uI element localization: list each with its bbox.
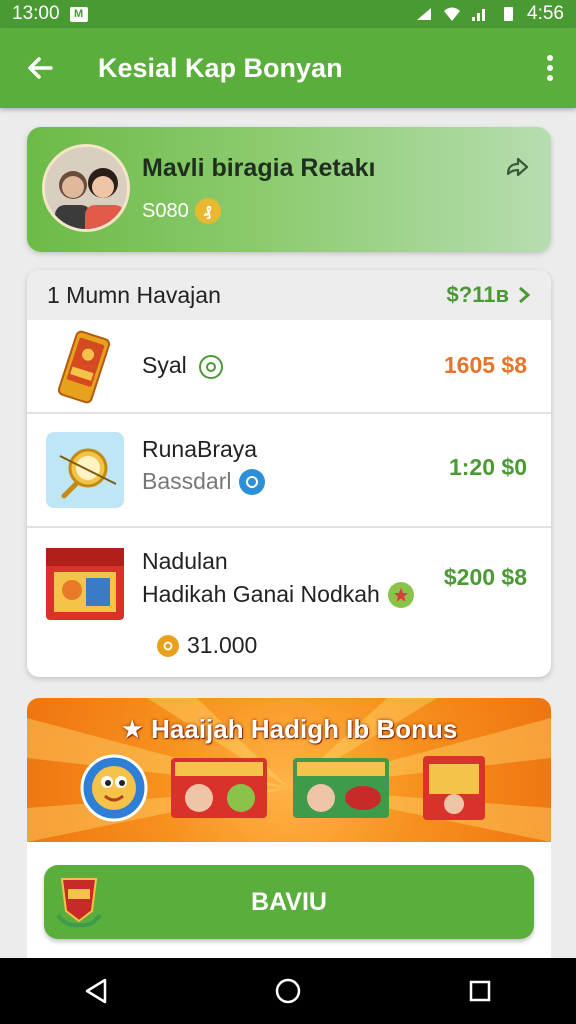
item-subtitle: Hadikah Ganai Nodkah <box>142 581 414 608</box>
status-bar: 13:00 M 4:56 <box>0 0 576 28</box>
item-name: Syal <box>142 352 224 379</box>
nav-back-button[interactable] <box>56 958 136 1024</box>
mascot-image <box>80 754 148 822</box>
status-time-right: 4:56 <box>527 3 564 24</box>
profile-balance: S080 ₰ <box>142 198 221 224</box>
claim-button-label: BAVIU <box>251 888 327 916</box>
circle-home-icon <box>275 978 301 1004</box>
avatar <box>42 144 130 232</box>
item-subtitle-text: Hadikah Ganai Nodkah <box>142 581 380 607</box>
list-header[interactable]: 1 Mumn Havajan $?11ʙ <box>27 270 551 320</box>
list-item[interactable]: RunaBraya Bassdarl 1:20 $0 <box>27 414 551 528</box>
item-coins: 31.000 <box>157 632 257 659</box>
item-name-text: Syal <box>142 352 187 378</box>
share-icon[interactable] <box>500 152 532 184</box>
item-subtitle-text: Bassdarl <box>142 468 232 494</box>
more-vert-icon <box>547 55 553 81</box>
item-subtitle: Bassdarl <box>142 468 266 495</box>
item-name: RunaBraya <box>142 436 258 462</box>
item-price: 1605 $8 <box>443 352 527 378</box>
prize-list-card: 1 Mumn Havajan $?11ʙ Syal 1605 $8 RunaBr… <box>27 270 551 677</box>
bonus-banner: ★ Haaijah Hadigh Ib Bonus <box>27 698 551 842</box>
list-item[interactable]: Nadulan Hadikah Ganai Nodkah 31.000 $200… <box>27 528 551 676</box>
overflow-menu-button[interactable] <box>530 28 570 108</box>
profile-card[interactable]: Mavli biragia Retakı S080 ₰ <box>27 127 551 252</box>
profile-name: Mavli biragia Retakı <box>142 154 376 182</box>
profile-balance-value: S080 <box>142 199 189 222</box>
app-notification-icon: M <box>69 6 88 22</box>
nav-recents-button[interactable] <box>440 958 520 1024</box>
list-header-amount: $?11ʙ <box>446 282 509 307</box>
coin-icon <box>157 634 179 657</box>
status-time: 13:00 <box>12 3 60 24</box>
system-nav-bar <box>0 958 576 1024</box>
nav-home-button[interactable] <box>248 958 328 1024</box>
blue-badge-icon <box>239 468 266 495</box>
verified-badge-icon <box>199 354 224 379</box>
list-header-value: $?11ʙ <box>447 282 531 308</box>
square-recents-icon <box>469 980 491 1002</box>
triangle-back-icon <box>85 978 107 1004</box>
coin-icon: ₰ <box>194 198 221 224</box>
search-prize-image <box>46 432 124 508</box>
item-coins-value: 31.000 <box>187 632 258 658</box>
avatar-image <box>45 147 127 229</box>
snack-box-prize-image <box>46 548 124 620</box>
snack-pack-image-2 <box>293 758 389 818</box>
app-bar: Kesial Kap Bonyan <box>0 28 576 108</box>
page-title: Kesial Kap Bonyan <box>98 52 343 83</box>
claim-button[interactable]: BAVIU <box>44 865 534 939</box>
signal-icon <box>417 8 432 20</box>
item-price: 1:20 $0 <box>448 454 527 480</box>
chevron-right-icon <box>519 286 531 304</box>
battery-icon <box>504 7 514 21</box>
item-name: Nadulan <box>142 548 228 574</box>
star-badge-icon <box>387 581 414 608</box>
phone-prize-image <box>57 330 111 404</box>
snack-pack-image-1 <box>171 758 267 818</box>
cell-signal-icon <box>472 9 486 21</box>
item-price: $200 $8 <box>443 564 527 590</box>
wifi-icon <box>444 7 461 21</box>
bonus-title: ★ Haaijah Hadigh Ib Bonus <box>120 714 458 744</box>
back-arrow-icon <box>28 57 53 79</box>
back-button[interactable] <box>0 28 80 108</box>
snack-pack-image-3 <box>423 756 485 820</box>
list-item[interactable]: Syal 1605 $8 <box>27 320 551 414</box>
bonus-card: ★ Haaijah Hadigh Ib Bonus BAVIU <box>27 698 551 958</box>
list-header-title: 1 Mumn Havajan <box>47 281 221 308</box>
